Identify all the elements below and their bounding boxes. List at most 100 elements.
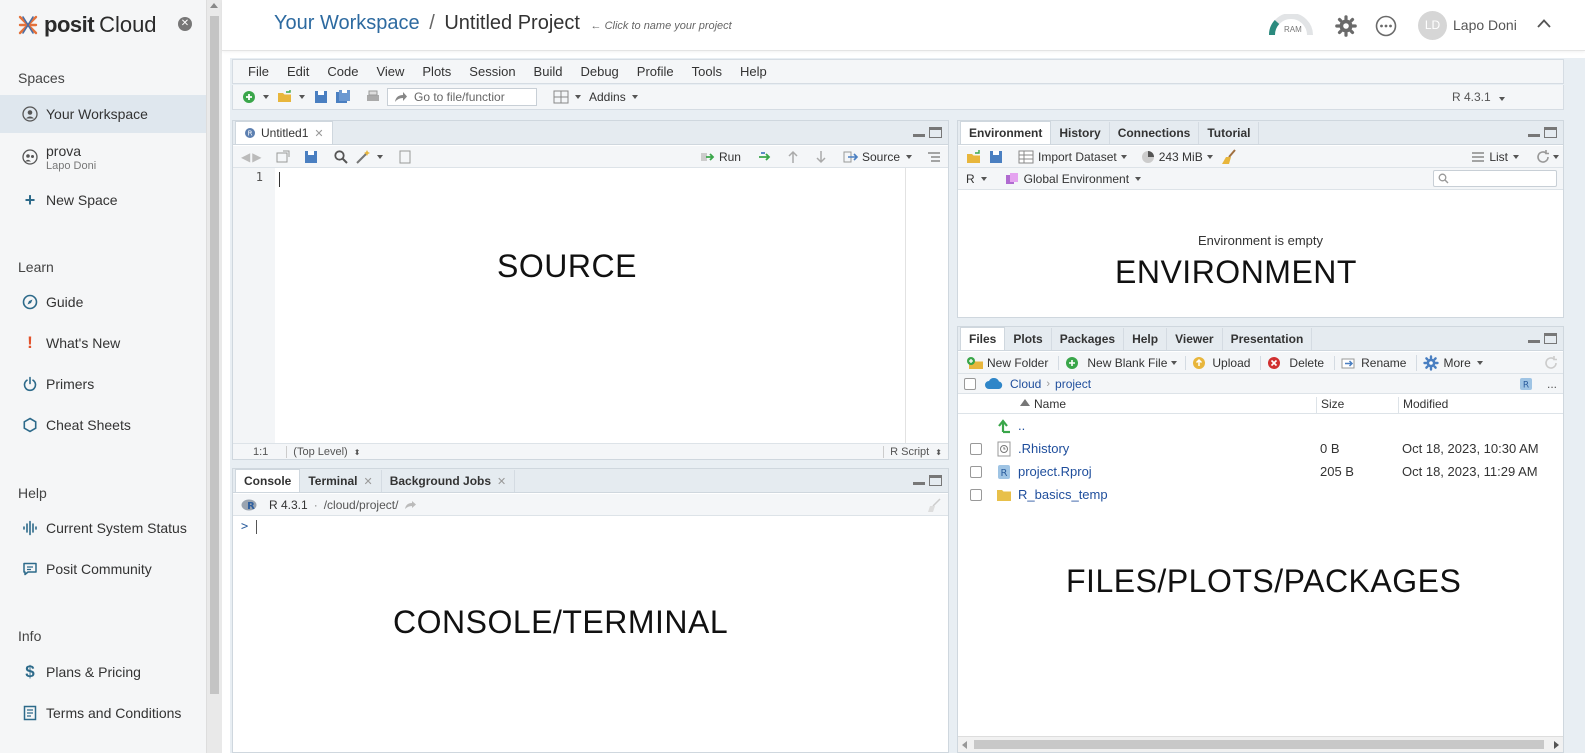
go-to-directory-icon[interactable] — [404, 500, 418, 510]
refresh-icon[interactable] — [1535, 149, 1551, 165]
find-replace-icon[interactable] — [333, 149, 349, 165]
maximize-pane-icon[interactable] — [929, 475, 942, 486]
sidebar-item-cheat-sheets[interactable]: Cheat Sheets — [0, 406, 206, 444]
parent-directory-link[interactable]: .. — [1018, 418, 1025, 433]
source-button[interactable]: Source — [843, 150, 900, 164]
breadcrumb-workspace[interactable]: Your Workspace — [274, 12, 420, 34]
file-name[interactable]: project.Rproj — [1018, 464, 1092, 479]
scroll-up-icon[interactable] — [210, 3, 218, 8]
sidebar-item-whats-new[interactable]: ! What's New — [0, 324, 206, 362]
run-button[interactable]: Run — [700, 150, 741, 164]
scope-selector[interactable]: (Top Level) ⬍ — [286, 445, 360, 458]
save-icon[interactable] — [313, 89, 329, 105]
brand[interactable]: posit Cloud — [17, 12, 157, 38]
file-row[interactable]: R project.Rproj 205 B Oct 18, 2023, 11:2… — [958, 460, 1563, 483]
tab-console[interactable]: Console — [235, 469, 301, 492]
save-file-icon[interactable] — [303, 149, 319, 165]
tab-packages[interactable]: Packages — [1051, 328, 1125, 350]
file-checkbox[interactable] — [970, 442, 982, 455]
source-dropdown-icon[interactable] — [906, 154, 912, 159]
more-options-icon[interactable] — [1375, 15, 1397, 37]
username[interactable]: Lapo Doni — [1453, 17, 1517, 33]
console-output[interactable]: > CONSOLE/TERMINAL — [233, 516, 948, 752]
menu-tools[interactable]: Tools — [683, 64, 731, 79]
tab-files[interactable]: Files — [960, 327, 1006, 350]
file-name[interactable]: .Rhistory — [1018, 441, 1069, 456]
save-workspace-icon[interactable] — [988, 149, 1004, 165]
chevron-up-icon[interactable] — [1537, 17, 1551, 31]
menu-debug[interactable]: Debug — [571, 64, 627, 79]
rerun-icon[interactable] — [757, 149, 773, 165]
refresh-files-icon[interactable] — [1543, 355, 1559, 371]
layout-dropdown-icon[interactable] — [575, 95, 581, 99]
memory-dropdown-icon[interactable] — [1206, 154, 1213, 159]
minimize-pane-icon[interactable] — [1528, 127, 1540, 137]
refresh-dropdown-icon[interactable] — [1553, 154, 1559, 159]
rename-button[interactable]: Rename — [1334, 355, 1406, 370]
tab-presentation[interactable]: Presentation — [1222, 328, 1313, 350]
new-blank-file-dropdown-icon[interactable] — [1171, 360, 1178, 365]
tab-tutorial[interactable]: Tutorial — [1199, 122, 1260, 144]
tab-background-jobs[interactable]: Background Jobs ✕ — [381, 470, 516, 492]
menu-edit[interactable]: Edit — [278, 64, 318, 79]
column-name-header[interactable]: Name — [1034, 397, 1066, 411]
close-tab-icon[interactable]: ✕ — [497, 475, 506, 488]
file-row[interactable]: R_basics_temp — [958, 483, 1563, 506]
go-down-icon[interactable] — [813, 149, 829, 165]
print-icon[interactable] — [365, 89, 381, 105]
menu-view[interactable]: View — [367, 64, 413, 79]
maximize-pane-icon[interactable] — [929, 127, 942, 138]
memory-usage-button[interactable]: 243 MiB — [1141, 150, 1203, 164]
sidebar-item-your-workspace[interactable]: Your Workspace — [0, 95, 206, 133]
import-dataset-button[interactable]: Import Dataset — [1018, 150, 1117, 164]
column-modified-header[interactable]: Modified — [1398, 397, 1448, 414]
menu-profile[interactable]: Profile — [628, 64, 683, 79]
code-editor[interactable]: 1 SOURCE — [233, 168, 948, 443]
file-checkbox[interactable] — [970, 488, 982, 501]
file-type-selector[interactable]: R Script ⬍ — [883, 445, 942, 458]
file-row[interactable]: .Rhistory 0 B Oct 18, 2023, 10:30 AM — [958, 437, 1563, 460]
more-button[interactable]: More — [1416, 354, 1490, 371]
menu-build[interactable]: Build — [525, 64, 572, 79]
files-horizontal-scrollbar[interactable] — [958, 736, 1563, 752]
files-scroll-thumb[interactable] — [974, 740, 1544, 749]
tab-plots[interactable]: Plots — [1005, 328, 1052, 350]
path-project-link[interactable]: project — [1055, 377, 1091, 391]
show-in-window-icon[interactable] — [275, 149, 291, 165]
environment-scope-selector[interactable]: Global Environment — [1005, 172, 1149, 186]
sidebar-item-guide[interactable]: Guide — [0, 283, 206, 321]
scroll-left-icon[interactable] — [962, 741, 967, 749]
menu-code[interactable]: Code — [318, 64, 367, 79]
open-dropdown-icon[interactable] — [299, 95, 305, 99]
avatar[interactable]: LD — [1418, 11, 1447, 40]
select-all-checkbox[interactable] — [964, 377, 976, 390]
close-tab-icon[interactable]: ✕ — [314, 127, 323, 140]
outline-icon[interactable] — [926, 149, 942, 165]
sidebar-item-primers[interactable]: Primers — [0, 365, 206, 403]
magic-wand-icon[interactable] — [355, 149, 371, 165]
working-directory[interactable]: /cloud/project/ — [324, 498, 399, 512]
new-file-dropdown-icon[interactable] — [263, 95, 269, 99]
list-view-selector[interactable]: List — [1471, 150, 1527, 164]
language-selector[interactable]: R — [966, 172, 995, 186]
sidebar-item-plans-pricing[interactable]: $ Plans & Pricing — [0, 653, 206, 691]
gear-icon[interactable] — [1335, 15, 1357, 37]
path-cloud-link[interactable]: Cloud — [1010, 377, 1041, 391]
back-arrow-icon[interactable]: ◀ — [241, 150, 250, 164]
tab-viewer[interactable]: Viewer — [1167, 328, 1223, 350]
maximize-pane-icon[interactable] — [1544, 333, 1557, 344]
import-dataset-dropdown-icon[interactable] — [1120, 154, 1127, 159]
menu-session[interactable]: Session — [460, 64, 524, 79]
tab-help[interactable]: Help — [1124, 328, 1168, 350]
tab-connections[interactable]: Connections — [1109, 122, 1200, 144]
save-all-icon[interactable] — [335, 89, 351, 105]
new-file-icon[interactable] — [241, 89, 257, 105]
close-sidebar-icon[interactable]: ✕ — [178, 17, 192, 31]
addins-dropdown-icon[interactable] — [631, 95, 638, 99]
menu-plots[interactable]: Plots — [413, 64, 460, 79]
file-checkbox[interactable] — [970, 465, 982, 478]
delete-button[interactable]: Delete — [1260, 355, 1324, 370]
environment-search-input[interactable] — [1433, 170, 1557, 187]
go-up-icon[interactable] — [785, 149, 801, 165]
tab-environment[interactable]: Environment — [960, 121, 1052, 144]
